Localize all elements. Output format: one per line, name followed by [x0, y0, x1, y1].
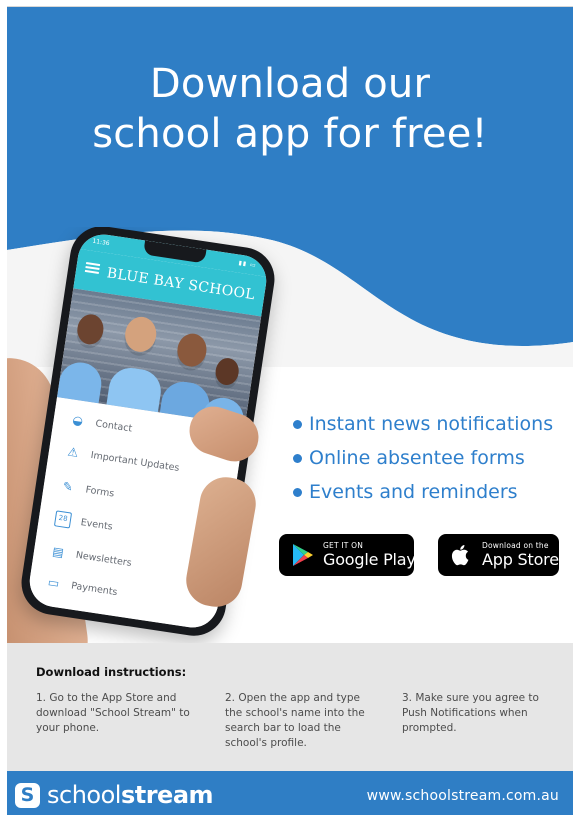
app-store-button[interactable]: Download on the App Store — [438, 534, 559, 576]
headline-line-1: Download our — [149, 61, 431, 107]
poster-headline: Download our school app for free! — [7, 59, 573, 159]
app-menu-item-important-updates: ⚠ Important Updates — [63, 439, 181, 480]
download-instructions: Download instructions: 1. Go to the App … — [7, 643, 573, 771]
schoolstream-logo: S schoolstream — [15, 781, 214, 809]
apple-icon — [451, 545, 469, 566]
app-menu-item-forms: ✎ Forms — [58, 474, 116, 506]
google-play-text: GET IT ON Google Play — [323, 542, 416, 569]
wordmark-school: school — [47, 781, 121, 809]
schoolstream-wordmark: schoolstream — [47, 781, 214, 809]
feature-item: Events and reminders — [291, 475, 553, 509]
app-menu-item-payments: ▭ Payments — [44, 570, 119, 604]
app-menu-label: Newsletters — [75, 549, 133, 569]
app-store-large-label: App Store — [482, 550, 559, 570]
google-play-button[interactable]: GET IT ON Google Play — [279, 534, 416, 576]
website-url[interactable]: www.schoolstream.com.au — [367, 788, 559, 804]
wordmark-stream: stream — [120, 781, 214, 809]
app-menu-label: Contact — [94, 417, 133, 435]
app-menu-label: Events — [79, 516, 114, 533]
app-menu-item-contact: ◒ Contact — [68, 407, 134, 440]
signal-battery-icon: ▮▮ ▭ — [238, 259, 258, 270]
app-menu-label: Payments — [70, 579, 119, 598]
credit-card-icon: ▭ — [46, 574, 61, 591]
google-play-small-label: GET IT ON — [323, 540, 364, 550]
app-menu-item-newsletters: ▤ Newsletters — [48, 539, 133, 575]
instruction-step-2: 2. Open the app and type the school's na… — [225, 692, 365, 749]
warning-icon: ⚠ — [66, 444, 80, 460]
app-store-small-label: Download on the — [482, 540, 549, 550]
feature-item: Online absentee forms — [291, 441, 553, 475]
chat-bubble-icon: ◒ — [71, 412, 84, 429]
google-play-large-label: Google Play — [323, 550, 416, 570]
newsletter-icon: ▤ — [51, 544, 65, 560]
form-icon: ✎ — [61, 479, 74, 495]
calendar-icon: 28 — [53, 510, 73, 529]
app-menu-label: Important Updates — [90, 449, 181, 474]
instruction-step-1: 1. Go to the App Store and download "Sch… — [36, 692, 190, 734]
school-app-poster: Download our school app for free! 11:36 … — [7, 6, 573, 815]
hamburger-menu-icon — [84, 262, 101, 274]
google-play-icon — [293, 544, 313, 566]
instructions-heading: Download instructions: — [36, 665, 187, 679]
app-menu-label: Forms — [84, 483, 116, 500]
instruction-step-3: 3. Make sure you agree to Push Notificat… — [402, 692, 539, 734]
schoolstream-logo-icon: S — [15, 782, 40, 808]
page: Download our school app for free! 11:36 … — [0, 0, 579, 820]
feature-list: Instant news notifications Online absent… — [291, 407, 553, 509]
footer: S schoolstream www.schoolstream.com.au — [7, 771, 573, 815]
status-time: 11:36 — [91, 237, 111, 248]
app-menu-item-events: 28 Events — [53, 506, 114, 538]
feature-item: Instant news notifications — [291, 407, 553, 441]
headline-line-2: school app for free! — [92, 111, 488, 157]
app-store-text: Download on the App Store — [482, 542, 559, 569]
